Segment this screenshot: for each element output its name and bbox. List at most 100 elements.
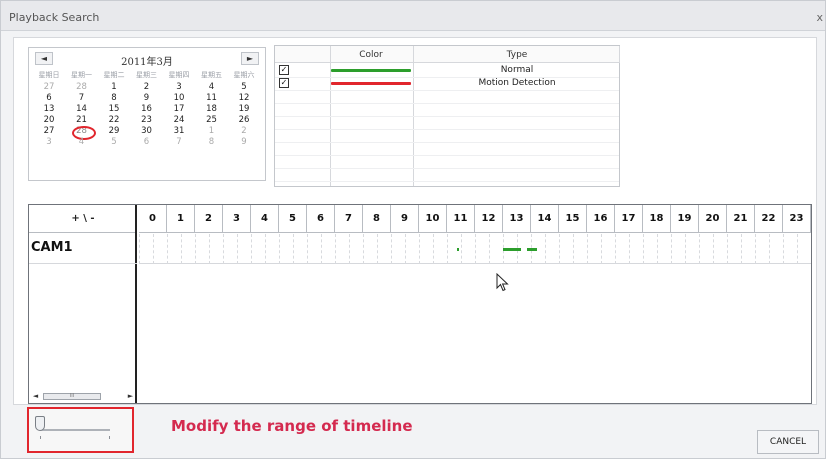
hour-label[interactable]: 21 <box>727 205 755 233</box>
calendar-day[interactable]: 27 <box>33 126 65 137</box>
calendar-weekday: 星期五 <box>201 71 222 79</box>
hour-label[interactable]: 10 <box>419 205 447 233</box>
hour-label[interactable]: 7 <box>335 205 363 233</box>
calendar-day[interactable]: 5 <box>98 137 130 148</box>
calendar-day-selected[interactable]: 28 <box>66 126 98 140</box>
recording-segment[interactable] <box>526 248 537 251</box>
calendar-day[interactable]: 6 <box>131 137 163 148</box>
hour-label[interactable]: 9 <box>391 205 419 233</box>
calendar-day[interactable]: 7 <box>66 93 98 104</box>
hour-label[interactable]: 19 <box>671 205 699 233</box>
recording-segment[interactable] <box>503 248 522 251</box>
checkbox[interactable]: ✓ <box>279 78 289 88</box>
timeline-area[interactable]: 0 1 2 3 4 5 6 7 8 9 10 11 12 13 14 15 16 17 18 19 20 21 22 23 <box>139 205 811 403</box>
calendar-day[interactable]: 21 <box>66 115 98 126</box>
calendar-day[interactable]: 9 <box>131 93 163 104</box>
calendar-day[interactable]: 15 <box>98 104 130 115</box>
hour-label[interactable]: 20 <box>699 205 727 233</box>
hour-label[interactable]: 4 <box>251 205 279 233</box>
close-icon[interactable]: x <box>816 11 823 24</box>
scrollbar-thumb[interactable]: III <box>43 393 101 400</box>
hour-label[interactable]: 23 <box>783 205 811 233</box>
calendar-day[interactable]: 9 <box>228 137 260 148</box>
hour-divider <box>139 234 140 264</box>
legend-type-label: Normal <box>500 65 534 75</box>
hour-label[interactable]: 22 <box>755 205 783 233</box>
hour-label[interactable]: 1 <box>167 205 195 233</box>
camera-label[interactable]: CAM1 <box>31 240 73 255</box>
calendar-day[interactable]: 16 <box>131 104 163 115</box>
calendar-weekday: 星期一 <box>71 71 92 79</box>
hour-label[interactable]: 11 <box>447 205 475 233</box>
legend-color-swatch <box>331 82 411 85</box>
hour-label[interactable]: 17 <box>615 205 643 233</box>
calendar-day[interactable]: 29 <box>98 126 130 137</box>
calendar-day[interactable]: 30 <box>131 126 163 137</box>
calendar-day[interactable]: 20 <box>33 115 65 126</box>
calendar-day[interactable]: 12 <box>228 93 260 104</box>
camera-list-scrollbar[interactable]: ◄ III ► <box>31 392 135 401</box>
checkbox[interactable]: ✓ <box>279 65 289 75</box>
calendar-week-row: 13 14 15 16 17 18 19 <box>33 104 263 115</box>
calendar-day[interactable]: 26 <box>228 115 260 126</box>
calendar-day[interactable]: 6 <box>33 93 65 104</box>
calendar-day[interactable]: 8 <box>196 137 228 148</box>
calendar-day[interactable]: 3 <box>33 137 65 148</box>
hour-divider <box>699 234 700 264</box>
cam1-timeline-track[interactable] <box>139 234 811 264</box>
hour-divider <box>335 234 336 264</box>
slider-track[interactable] <box>40 429 110 431</box>
hour-label[interactable]: 6 <box>307 205 335 233</box>
calendar-day[interactable]: 23 <box>131 115 163 126</box>
calendar-day[interactable]: 24 <box>163 115 195 126</box>
calendar-day[interactable]: 1 <box>196 126 228 137</box>
calendar-day[interactable]: 3 <box>163 82 195 93</box>
hour-label[interactable]: 2 <box>195 205 223 233</box>
calendar: ◄ 2011年3月 ► 星期日 星期一 星期二 星期三 星期四 星期五 星期六 27 28 1 2… <box>28 47 266 181</box>
legend-header-color: Color <box>359 50 383 60</box>
hour-label[interactable]: 14 <box>531 205 559 233</box>
calendar-day[interactable]: 18 <box>196 104 228 115</box>
calendar-day[interactable]: 17 <box>163 104 195 115</box>
calendar-day[interactable]: 10 <box>163 93 195 104</box>
calendar-day[interactable]: 14 <box>66 104 98 115</box>
slider-thumb[interactable] <box>35 416 45 431</box>
calendar-day[interactable]: 11 <box>196 93 228 104</box>
hour-label[interactable]: 0 <box>139 205 167 233</box>
cancel-button[interactable]: CANCEL <box>757 430 819 454</box>
calendar-day[interactable]: 31 <box>163 126 195 137</box>
calendar-day[interactable]: 8 <box>98 93 130 104</box>
calendar-day[interactable]: 22 <box>98 115 130 126</box>
hour-label[interactable]: 5 <box>279 205 307 233</box>
hour-label[interactable]: 12 <box>475 205 503 233</box>
calendar-day[interactable]: 4 <box>66 137 98 148</box>
scroll-left-arrow-icon[interactable]: ◄ <box>31 392 40 401</box>
hour-label[interactable]: 13 <box>503 205 531 233</box>
calendar-next-month-button[interactable]: ► <box>241 52 259 65</box>
calendar-day[interactable]: 2 <box>228 126 260 137</box>
calendar-day[interactable]: 7 <box>163 137 195 148</box>
calendar-day[interactable]: 28 <box>66 82 98 93</box>
calendar-day[interactable]: 5 <box>228 82 260 93</box>
hour-label[interactable]: 16 <box>587 205 615 233</box>
calendar-day[interactable]: 13 <box>33 104 65 115</box>
calendar-week-row: 27 28 29 30 31 1 2 <box>33 126 263 140</box>
calendar-day-grid: 27 28 1 2 3 4 5 6 7 8 9 10 11 12 13 14 15 16 17 18 19 20 21 22 2… <box>33 82 263 148</box>
legend-grid-line <box>275 181 619 182</box>
half-hour-divider <box>405 234 406 264</box>
calendar-day[interactable]: 27 <box>33 82 65 93</box>
hour-label[interactable]: 15 <box>559 205 587 233</box>
calendar-day[interactable]: 19 <box>228 104 260 115</box>
hour-label[interactable]: 3 <box>223 205 251 233</box>
legend-color-swatch <box>331 69 411 72</box>
hour-label[interactable]: 18 <box>643 205 671 233</box>
hour-label[interactable]: 8 <box>363 205 391 233</box>
calendar-day[interactable]: 4 <box>196 82 228 93</box>
scroll-right-arrow-icon[interactable]: ► <box>126 392 135 401</box>
calendar-day[interactable]: 25 <box>196 115 228 126</box>
zoom-toggle-button[interactable]: + \ - <box>29 213 137 224</box>
calendar-day[interactable]: 2 <box>131 82 163 93</box>
calendar-header: ◄ 2011年3月 ► <box>29 48 265 68</box>
recording-segment[interactable] <box>456 248 459 251</box>
calendar-day[interactable]: 1 <box>98 82 130 93</box>
